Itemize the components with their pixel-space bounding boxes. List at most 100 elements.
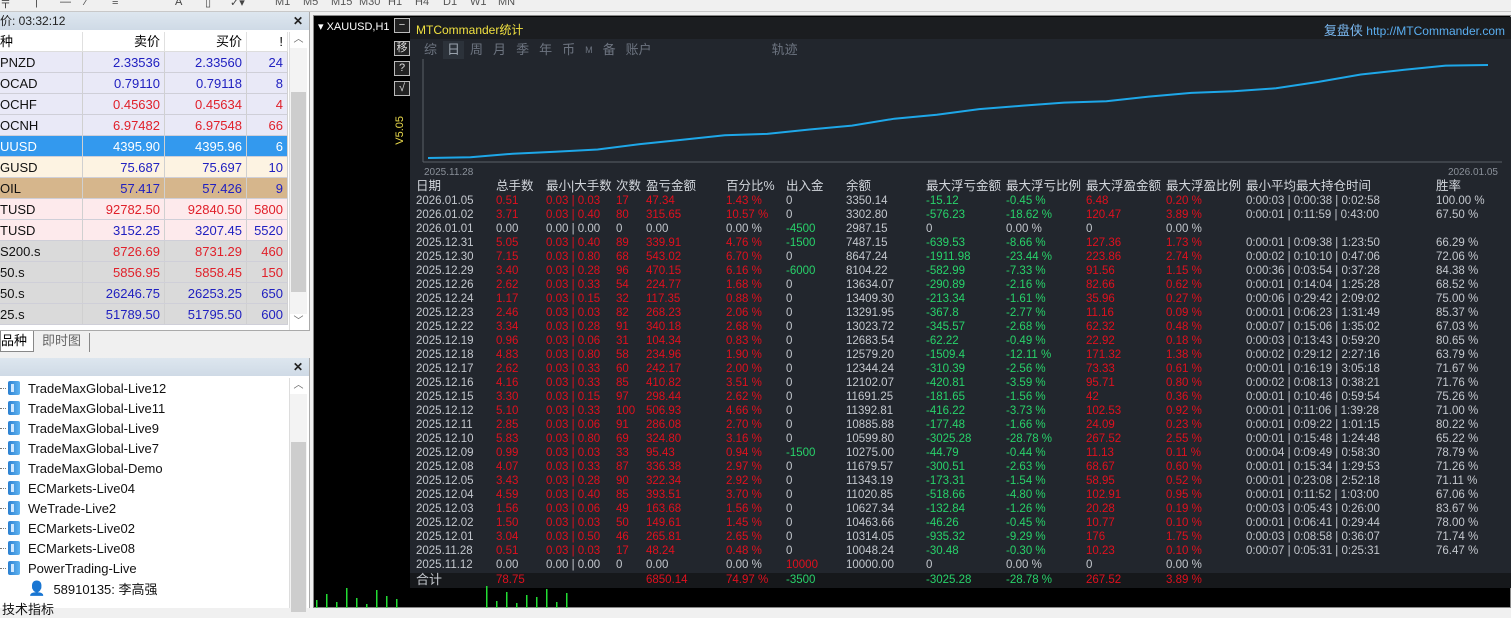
table-row[interactable]: 2025.12.26 2.62 0.03 | 0.33 54 224.77 1.68 % 0… (410, 278, 1511, 292)
tab-tick-chart[interactable]: 即时图 (34, 333, 91, 352)
market-watch-row[interactable]: S200.s 8726.69 8731.29 460 (0, 241, 288, 262)
scroll-thumb[interactable] (291, 92, 306, 292)
tab-2[interactable]: 周 (466, 41, 487, 59)
navigator-server-item[interactable]: TradeMaxGlobal-Demo (0, 458, 163, 478)
tab-4[interactable]: 季 (512, 41, 533, 59)
navigator-server-item[interactable]: PowerTrading-Live (0, 558, 137, 578)
fibonacci-tool-icon[interactable]: ≡ (112, 0, 118, 8)
market-watch-row[interactable]: UUSD 4395.90 4395.96 6 (0, 136, 288, 157)
table-row[interactable]: 2025.12.22 3.34 0.03 | 0.28 91 340.18 2.68 % 0… (410, 320, 1511, 334)
table-row[interactable]: 2026.01.01 0.00 0.00 | 0.00 0 0.00 0.00 % -450… (410, 222, 1511, 236)
navigator-server-item[interactable]: TradeMaxGlobal-Live9 (0, 418, 159, 438)
market-watch-row[interactable]: 50.s 26246.75 26253.25 650 (0, 283, 288, 304)
navigator-indicators-section[interactable]: 技术指标 (2, 598, 54, 618)
tab-3[interactable]: 月 (489, 41, 510, 59)
navigator-server-item[interactable]: TradeMaxGlobal-Live12 (0, 378, 166, 398)
minimize-button[interactable]: − (394, 18, 410, 33)
tab-0[interactable]: 综 (420, 41, 441, 59)
col-bid[interactable]: 卖价 (83, 32, 165, 51)
market-watch-scrollbar[interactable]: ︿ ﹀ (289, 32, 307, 330)
table-row[interactable]: 2025.12.16 4.16 0.03 | 0.33 85 410.82 3.51 % 0… (410, 376, 1511, 390)
timeframe-H4[interactable]: H4 (415, 0, 429, 8)
table-row[interactable]: 2025.11.12 0.00 0.00 | 0.00 0 0.00 0.00 % 1000… (410, 558, 1511, 572)
help-button[interactable]: ? (394, 61, 410, 76)
header-max-dd-pct[interactable]: 最大浮亏比例 (1006, 179, 1081, 193)
market-watch-row[interactable]: OIL 57.417 57.426 9 (0, 178, 288, 199)
table-row[interactable]: 2025.12.01 3.04 0.03 | 0.50 46 265.81 2.65 % 0… (410, 530, 1511, 544)
header-max-fp-amount[interactable]: 最大浮盈金额 (1086, 179, 1161, 193)
table-row[interactable]: 2025.12.05 3.43 0.03 | 0.28 90 322.34 2.92 % 0… (410, 474, 1511, 488)
table-row[interactable]: 2025.12.12 5.10 0.03 | 0.33 100 506.93 4.66 %… (410, 404, 1511, 418)
navigator-server-item[interactable]: ECMarkets-Live04 (0, 478, 135, 498)
brand-url[interactable]: http://MTCommander.com (1366, 24, 1505, 38)
table-row[interactable]: 2025.12.30 7.15 0.03 | 0.80 68 543.02 6.70 % 0… (410, 250, 1511, 264)
scroll-up-icon[interactable]: ︿ (290, 378, 307, 394)
label-tool-icon[interactable]: ▯ (205, 0, 211, 9)
timeframe-M1[interactable]: M1 (275, 0, 290, 8)
timeframe-D1[interactable]: D1 (443, 0, 457, 8)
table-row[interactable]: 2025.12.31 5.05 0.03 | 0.40 89 339.91 4.76 % -… (410, 236, 1511, 250)
tab-symbols[interactable]: 品种 (0, 331, 35, 352)
timeframe-MN[interactable]: MN (498, 0, 515, 8)
table-row[interactable]: 2025.12.17 2.62 0.03 | 0.33 60 242.17 2.00 % 0… (410, 362, 1511, 376)
timeframe-M15[interactable]: M15 (331, 0, 352, 8)
header-pct[interactable]: 百分比% (726, 179, 775, 193)
table-row[interactable]: 2025.12.18 4.83 0.03 | 0.80 58 234.96 1.90 % 0… (410, 348, 1511, 362)
tab-6[interactable]: 币 (558, 41, 579, 59)
check-button[interactable]: √ (394, 81, 410, 96)
header-balance[interactable]: 余额 (846, 179, 871, 193)
header-total-lots[interactable]: 总手数 (496, 179, 534, 193)
table-row[interactable]: 2025.12.19 0.96 0.03 | 0.06 31 104.34 0.83 % 0… (410, 334, 1511, 348)
timeframe-H1[interactable]: H1 (388, 0, 402, 8)
tab-5[interactable]: 年 (535, 41, 556, 59)
table-row[interactable]: 2025.12.11 2.85 0.03 | 0.06 91 286.08 2.70 % 0… (410, 418, 1511, 432)
market-watch-row[interactable]: OCHF 0.45630 0.45634 4 (0, 94, 288, 115)
table-row[interactable]: 2026.01.02 3.71 0.03 | 0.40 80 315.65 10.57 %… (410, 208, 1511, 222)
market-watch-row[interactable]: OCNH 6.97482 6.97548 66 (0, 115, 288, 136)
table-row[interactable]: 2025.12.23 2.46 0.03 | 0.03 82 268.23 2.06 % 0… (410, 306, 1511, 320)
move-button[interactable]: 移 (394, 41, 410, 56)
table-row[interactable]: 2025.12.02 1.50 0.03 | 0.03 50 149.61 1.45 % 0… (410, 516, 1511, 530)
arrows-tool-icon[interactable]: ✓▾ (230, 0, 245, 9)
header-max-dd-amount[interactable]: 最大浮亏金额 (926, 179, 1001, 193)
col-spread[interactable]: ! (247, 32, 288, 51)
tab-10[interactable]: 轨迹 (768, 41, 802, 59)
table-row[interactable]: 2025.12.29 3.40 0.03 | 0.28 96 470.15 6.16 % -… (410, 264, 1511, 278)
market-watch-row[interactable]: TUSD 3152.25 3207.45 5520 (0, 220, 288, 241)
close-icon[interactable]: ✕ (293, 12, 303, 30)
table-row[interactable]: 2025.12.08 4.07 0.03 | 0.33 87 336.38 2.97 % 0… (410, 460, 1511, 474)
market-watch-row[interactable]: TUSD 92782.50 92840.50 5800 (0, 199, 288, 220)
header-trades[interactable]: 次数 (616, 179, 641, 193)
header-hold-time[interactable]: 最小平均最大持仓时间 (1246, 179, 1371, 193)
navigator-account-item[interactable]: 👤 58910135: 李高强 (14, 578, 158, 598)
table-row[interactable]: 2025.12.15 3.30 0.03 | 0.15 97 298.44 2.62 % 0… (410, 390, 1511, 404)
market-watch-row[interactable]: 50.s 5856.95 5858.45 150 (0, 262, 288, 283)
tab-7[interactable]: M (581, 41, 597, 59)
navigator-server-item[interactable]: ECMarkets-Live08 (0, 538, 135, 558)
toolbar-icon[interactable]: 〒 (0, 0, 11, 11)
vertical-line-tool-icon[interactable]: | (35, 0, 38, 8)
horizontal-line-tool-icon[interactable]: — (60, 0, 71, 8)
header-min-max-lots[interactable]: 最小|大手数 (546, 179, 612, 193)
header-win-rate[interactable]: 胜率 (1436, 179, 1461, 193)
timeframe-M5[interactable]: M5 (303, 0, 318, 8)
text-tool-icon[interactable]: A (175, 0, 182, 8)
navigator-server-item[interactable]: TradeMaxGlobal-Live11 (0, 398, 165, 418)
timeframe-W1[interactable]: W1 (470, 0, 487, 8)
tab-8[interactable]: 备 (599, 41, 620, 59)
navigator-server-item[interactable]: ECMarkets-Live02 (0, 518, 135, 538)
table-row[interactable]: 2025.11.28 0.51 0.03 | 0.03 17 48.24 0.48 % 0 1… (410, 544, 1511, 558)
market-watch-row[interactable]: OCAD 0.79110 0.79118 8 (0, 73, 288, 94)
brand-link[interactable]: 复盘侠 http://MTCommander.com (1324, 20, 1505, 39)
scroll-up-icon[interactable]: ︿ (290, 32, 307, 48)
navigator-server-item[interactable]: TradeMaxGlobal-Live7 (0, 438, 159, 458)
table-row[interactable]: 2026.01.05 0.51 0.03 | 0.03 17 47.34 1.43 % 0 3… (410, 194, 1511, 208)
scroll-down-icon[interactable]: ﹀ (290, 314, 307, 330)
table-row[interactable]: 2025.12.09 0.99 0.03 | 0.03 33 95.43 0.94 % -1… (410, 446, 1511, 460)
market-watch-row[interactable]: PNZD 2.33536 2.33560 24 (0, 52, 288, 73)
col-ask[interactable]: 买价 (165, 32, 247, 51)
timeframe-M30[interactable]: M30 (359, 0, 380, 8)
header-date[interactable]: 日期 (416, 179, 441, 193)
table-row[interactable]: 2025.12.24 1.17 0.03 | 0.15 32 117.35 0.88 % 0… (410, 292, 1511, 306)
table-row[interactable]: 2025.12.10 5.83 0.03 | 0.80 69 324.80 3.16 % 0… (410, 432, 1511, 446)
